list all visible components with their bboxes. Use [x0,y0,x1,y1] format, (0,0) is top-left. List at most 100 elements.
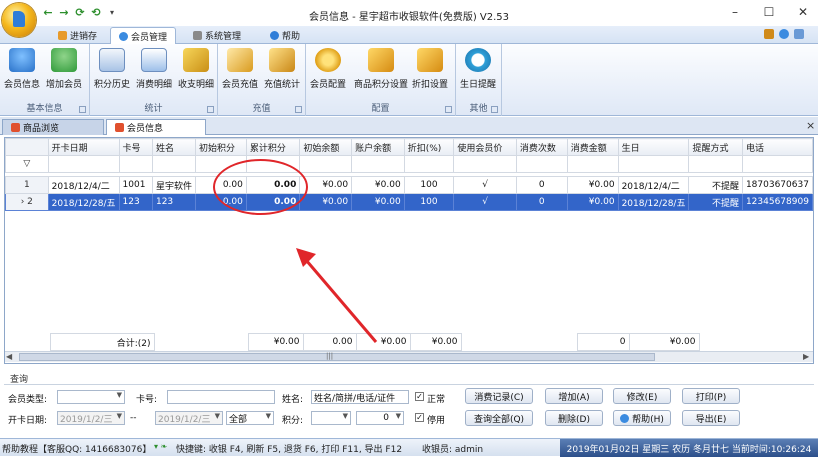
close-tab-icon[interactable]: × [806,119,815,132]
cell-consume-amount[interactable]: ¥0.00 [566,176,619,194]
range-select[interactable]: 全部 ▼ [226,411,274,425]
filter-cell[interactable] [118,155,153,173]
tab-member-management[interactable]: 会员管理 [110,27,177,44]
maximize-button[interactable]: ☐ [752,0,786,24]
help-button[interactable]: 帮助(H) [613,410,671,426]
cell-consume-amount[interactable]: ¥0.00 [566,193,619,211]
cell-card-no[interactable]: 1001 [118,176,153,194]
table-row[interactable]: 1 2018/12/4/二 1001 星宇软件 0.00 0.00 ¥0.00 … [5,176,813,194]
add-button[interactable]: 增加(A) [545,388,603,404]
col-header-name[interactable]: 姓名 [151,138,197,156]
filter-cell[interactable] [453,155,517,173]
edit-button[interactable]: 修改(E) [613,388,671,404]
scroll-left-icon[interactable]: ◀ [6,352,12,361]
filter-cell[interactable] [566,155,619,173]
cell-name[interactable]: 星宇软件 [151,176,197,194]
group-launcher-icon[interactable] [295,106,302,113]
dropdown-icon[interactable]: ▾ ❧ [154,442,167,451]
query-all-button[interactable]: 查询全部(Q) [465,410,533,426]
member-recharge-button[interactable]: 会员充值 [222,48,258,94]
cell-balance[interactable]: ¥0.00 [351,176,405,194]
col-header-balance[interactable]: 账户余额 [351,138,405,156]
close-button[interactable]: ✕ [786,0,818,24]
scroll-thumb[interactable]: ||| [19,352,655,361]
cart-icon[interactable] [764,29,774,39]
date-to-input[interactable]: 2019/1/2/三 ▼ [155,411,223,425]
points-value-input[interactable]: 0 ▼ [356,411,404,425]
group-launcher-icon[interactable] [207,106,214,113]
tab-system-management[interactable]: 系统管理 [185,27,249,44]
cell-remind[interactable]: 不提醒 [688,176,743,194]
cell-remind[interactable]: 不提醒 [688,193,743,211]
doc-tab-product-browse[interactable]: 商品浏览 [2,119,104,135]
col-header-discount[interactable]: 折扣(%) [403,138,455,156]
cell-phone[interactable]: 18703670637 [741,176,813,194]
cell-use-member-price[interactable]: √ [453,193,517,211]
consume-records-button[interactable]: 消费记录(C) [465,388,533,404]
filter-icon[interactable]: ▽ [5,155,49,173]
col-header-use-member-price[interactable]: 使用会员价 [453,138,517,156]
tab-inventory[interactable]: 进销存 [50,27,105,44]
cell-discount[interactable]: 100 [403,176,455,194]
cell-birthday[interactable]: 2018/12/4/二 [617,176,690,194]
filter-cell[interactable] [617,155,690,173]
doc-tab-member-info[interactable]: 会员信息 [106,119,206,135]
tab-help[interactable]: 帮助 [262,27,308,44]
cell-birthday[interactable]: 2018/12/28/五 [617,193,690,211]
print-button[interactable]: 打印(P) [682,388,740,404]
ledger-detail-button[interactable]: 收支明细 [178,48,214,94]
filter-cell[interactable] [515,155,568,173]
date-from-input[interactable]: 2019/1/2/三 ▼ [57,411,125,425]
consume-detail-button[interactable]: 消费明细 [136,48,172,94]
col-header-phone[interactable]: 电话 [741,138,813,156]
row-number[interactable]: › 2 [5,193,49,211]
points-operator-select[interactable]: ▼ [311,411,351,425]
group-launcher-icon[interactable] [491,106,498,113]
name-search-input[interactable]: 姓名/简拼/电话/证件 [311,390,409,404]
group-launcher-icon[interactable] [445,106,452,113]
minimize-button[interactable]: – [718,0,752,24]
row-number[interactable]: 1 [5,176,49,194]
member-info-button[interactable]: 会员信息 [4,48,40,94]
cell-open-date[interactable]: 2018/12/4/二 [47,176,120,194]
add-member-button[interactable]: 增加会员 [46,48,82,94]
discount-settings-button[interactable]: 折扣设置 [412,48,448,94]
cell-phone[interactable]: 12345678909 [741,193,813,211]
help-circle-icon[interactable] [779,29,789,39]
cell-balance[interactable]: ¥0.00 [351,193,405,211]
col-header-card-no[interactable]: 卡号 [118,138,153,156]
product-points-settings-button[interactable]: 商品积分设置 [354,48,408,94]
col-header-birthday[interactable]: 生日 [617,138,690,156]
points-history-button[interactable]: 积分历史 [94,48,130,94]
filter-cell[interactable] [688,155,743,173]
member-type-select[interactable]: ▼ [57,390,125,404]
cell-init-balance[interactable]: ¥0.00 [299,193,353,211]
col-header-total-points[interactable]: 累计积分 [245,138,301,156]
filter-cell[interactable] [299,155,353,173]
col-header-init-balance[interactable]: 初始余额 [299,138,353,156]
export-button[interactable]: 导出(E) [682,410,740,426]
member-config-button[interactable]: 会员配置 [310,48,346,94]
table-row-selected[interactable]: › 2 2018/12/28/五 123 123 0.00 0.00 ¥0.00… [5,193,813,211]
disabled-checkbox[interactable]: ✓ [415,413,424,422]
birthday-reminder-button[interactable]: 生日提醒 [460,48,496,94]
col-header-open-date[interactable]: 开卡日期 [47,138,120,156]
col-header-consume-amount[interactable]: 消费金额 [566,138,619,156]
app-menu-orb-icon[interactable] [2,3,36,37]
help-tutorial-link[interactable]: 帮助教程【客服QQ: 1416683076】 [2,442,151,455]
recharge-stats-button[interactable]: 充值统计 [264,48,300,94]
cell-discount[interactable]: 100 [403,193,455,211]
filter-cell[interactable] [151,155,197,173]
cell-consume-count[interactable]: 0 [515,176,568,194]
filter-cell[interactable] [47,155,120,173]
group-launcher-icon[interactable] [79,106,86,113]
horizontal-scrollbar[interactable]: ◀ ||| ▶ [5,351,813,362]
cell-consume-count[interactable]: 0 [515,193,568,211]
col-header-remind[interactable]: 提醒方式 [688,138,743,156]
cell-card-no[interactable]: 123 [118,193,153,211]
cell-name[interactable]: 123 [151,193,197,211]
col-header-consume-count[interactable]: 消费次数 [515,138,568,156]
delete-button[interactable]: 删除(D) [545,410,603,426]
filter-cell[interactable] [741,155,813,173]
filter-cell[interactable] [403,155,455,173]
